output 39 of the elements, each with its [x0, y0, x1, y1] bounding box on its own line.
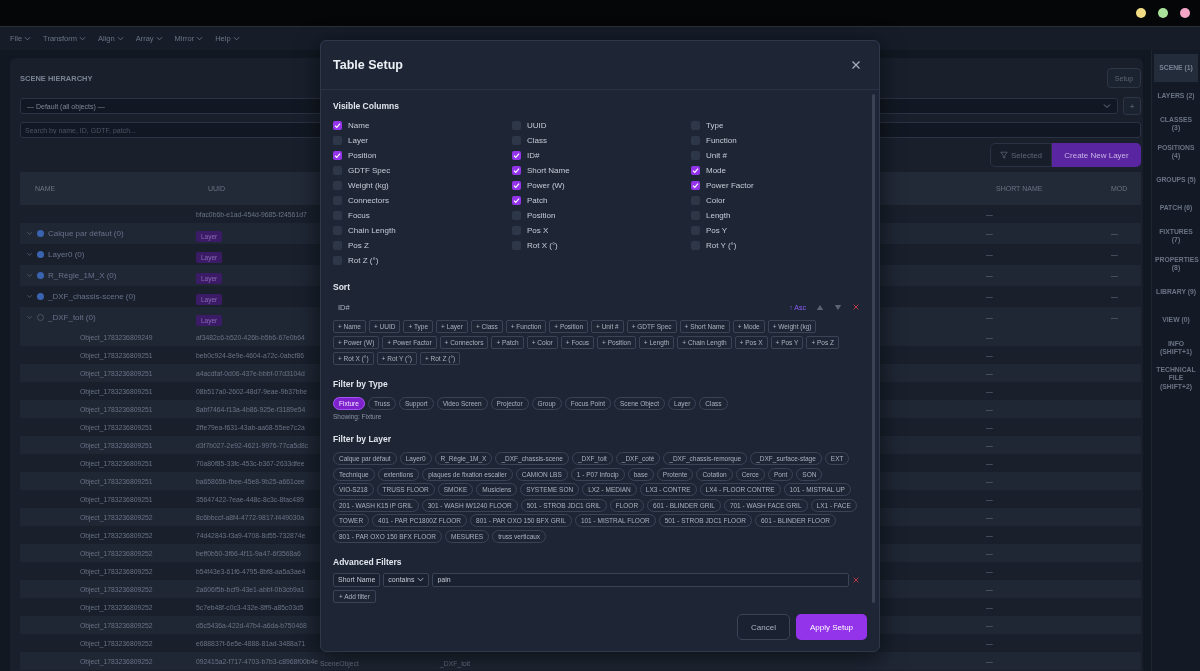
- section-heading: Filter by Type: [333, 379, 389, 390]
- section-heading: Visible Columns: [333, 101, 400, 112]
- checkbox-label: Pos X: [527, 226, 549, 235]
- checkbox-label: Name: [348, 121, 370, 130]
- checkbox-label: Rot Y (°): [706, 241, 737, 250]
- checkbox-label: Chain Length: [348, 226, 396, 235]
- checkbox-label: ID#: [527, 151, 540, 160]
- checkbox-label: Pos Y: [706, 226, 728, 235]
- checkbox-label: Power (W): [527, 181, 565, 190]
- checkbox-label: Color: [706, 196, 726, 205]
- checkbox-label: Mode: [706, 166, 726, 175]
- group-name: R_Règle_1M_X (0): [48, 271, 117, 280]
- checkbox-label: Position: [348, 151, 377, 160]
- checkbox-label: Focus: [348, 211, 370, 220]
- checkbox-label: Weight (kg): [348, 181, 389, 190]
- section-heading: Advanced Filters: [333, 556, 403, 568]
- section-heading: Filter by Layer: [333, 434, 393, 445]
- checkbox-label: Rot X (°): [527, 241, 558, 250]
- checkbox-label: Unit #: [706, 151, 727, 160]
- dialog-title: Table Setup: [333, 58, 403, 72]
- group-name: _DXF_chassis-scene (0): [48, 292, 136, 301]
- checkbox-label: Length: [706, 211, 731, 220]
- checkbox-label: Short Name: [527, 166, 570, 175]
- checkbox-label: Position: [527, 211, 556, 220]
- checkbox-label: Function: [706, 136, 737, 145]
- checkbox-label: Connectors: [348, 196, 389, 205]
- checkbox-label: Class: [527, 136, 547, 145]
- checkbox-label: UUID: [527, 121, 547, 130]
- group-name: _DXF_toit (0): [48, 313, 96, 322]
- checkbox-label: Type: [706, 121, 724, 130]
- checkbox-label: Power Factor: [706, 181, 754, 190]
- checkbox-label: Rot Z (°): [348, 256, 379, 265]
- checkbox-label: Layer: [348, 136, 368, 145]
- group-name: Layer0 (0): [48, 250, 85, 259]
- group-name: Calque par défaut (0): [48, 229, 124, 238]
- section-heading: Sort: [333, 282, 351, 293]
- checkbox-label: Pos Z: [348, 241, 369, 250]
- checkbox-label: GDTF Spec: [348, 166, 391, 175]
- checkbox-label: Patch: [527, 196, 548, 205]
